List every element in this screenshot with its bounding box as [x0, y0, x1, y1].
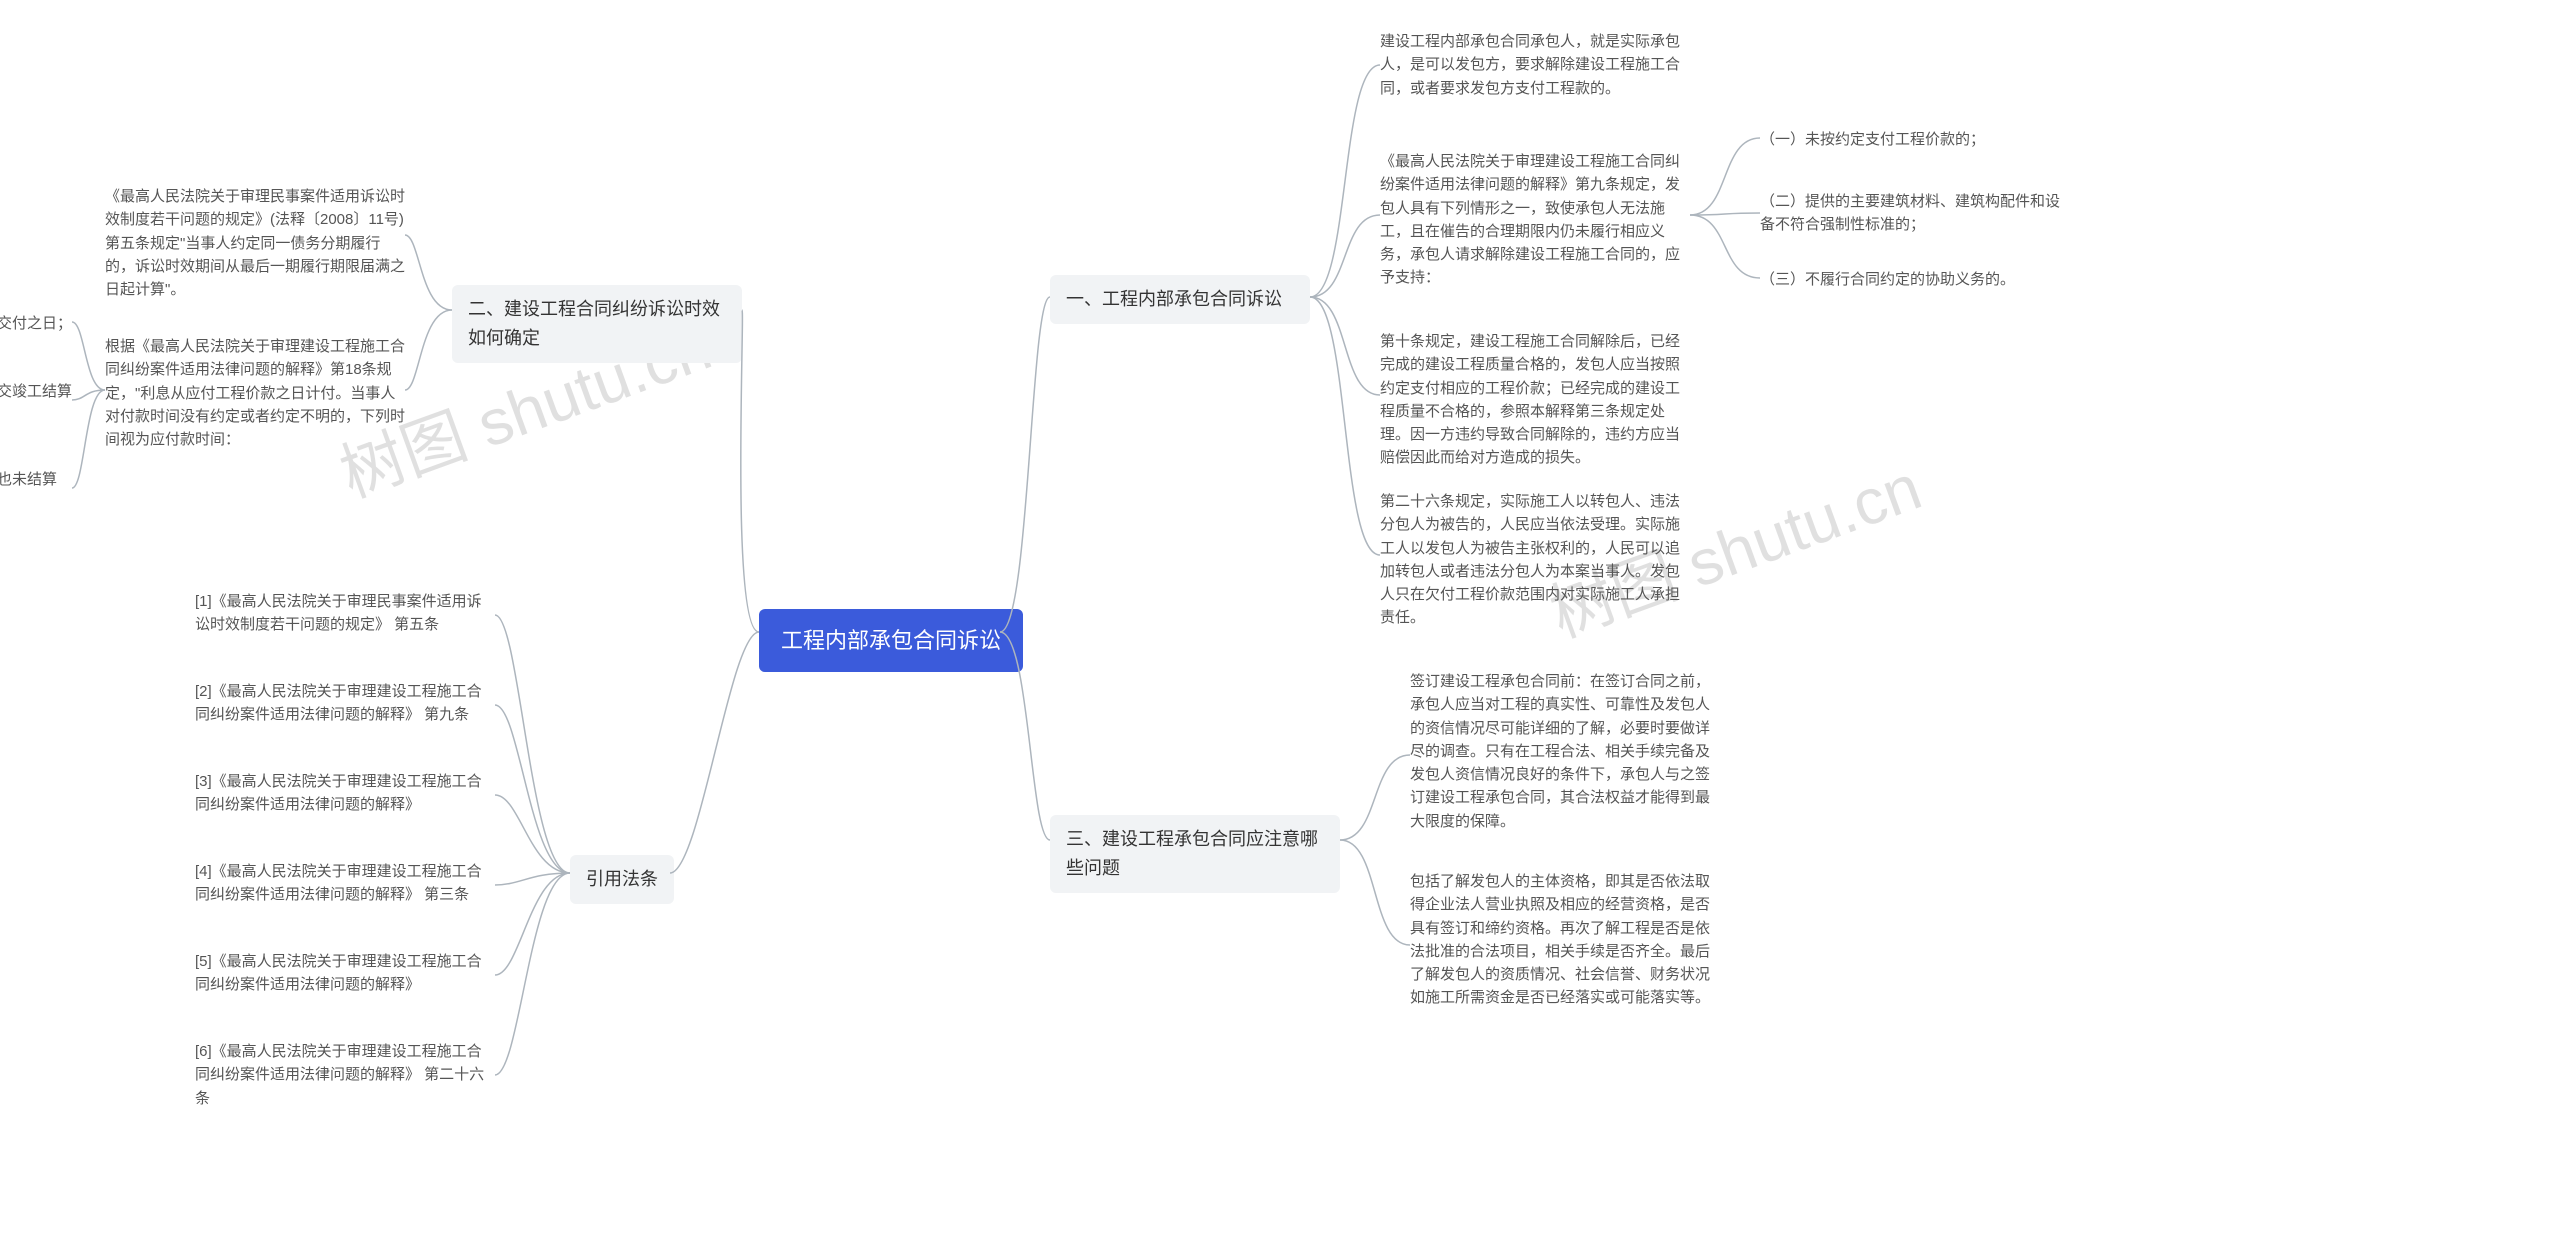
leaf-s1-sub-0: （一）未按约定支付工程价款的； [1760, 128, 2070, 151]
branch-references[interactable]: 引用法条 [570, 855, 674, 904]
leaf-ref-3: [4]《最高人民法院关于审理建设工程施工合同纠纷案件适用法律问题的解释》 第三条 [195, 860, 495, 907]
leaf-ref-1: [2]《最高人民法院关于审理建设工程施工合同纠纷案件适用法律问题的解释》 第九条 [195, 680, 495, 727]
root-node[interactable]: 工程内部承包合同诉讼 [759, 609, 1023, 672]
leaf-s1-sub-2: （三）不履行合同约定的协助义务的。 [1760, 268, 2070, 291]
branch-section-2[interactable]: 二、建设工程合同纠纷诉讼时效如何确定 [452, 285, 742, 363]
leaf-s2-sub-1: （二）建设工程没有交付的，为提交竣工结算文件之日； [0, 380, 72, 427]
leaf-s2-item-0: 《最高人民法院关于审理民事案件适用诉讼时效制度若干问题的规定》(法释〔2008〕… [105, 185, 405, 301]
leaf-s3-item-0: 签订建设工程承包合同前：在签订合同之前，承包人应当对工程的真实性、可靠性及发包人… [1410, 670, 1720, 833]
leaf-s2-item-1: 根据《最高人民法院关于审理建设工程施工合同纠纷案件适用法律问题的解释》第18条规… [105, 335, 405, 451]
leaf-s1-item-3: 第二十六条规定，实际施工人以转包人、违法分包人为被告的，人民应当依法受理。实际施… [1380, 490, 1690, 630]
leaf-s1-item-0: 建设工程内部承包合同承包人，就是实际承包人，是可以发包方，要求解除建设工程施工合… [1380, 30, 1690, 100]
leaf-s1-item-1: 《最高人民法院关于审理建设工程施工合同纠纷案件适用法律问题的解释》第九条规定，发… [1380, 150, 1690, 290]
leaf-s2-sub-2: （三）建设工程未交付，工程价款也未结算的，为当事人起诉之日。 [0, 468, 72, 515]
branch-section-3[interactable]: 三、建设工程承包合同应注意哪些问题 [1050, 815, 1340, 893]
leaf-s1-item-2: 第十条规定，建设工程施工合同解除后，已经完成的建设工程质量合格的，发包人应当按照… [1380, 330, 1690, 470]
leaf-ref-2: [3]《最高人民法院关于审理建设工程施工合同纠纷案件适用法律问题的解释》 [195, 770, 495, 817]
branch-section-1[interactable]: 一、工程内部承包合同诉讼 [1050, 275, 1310, 324]
leaf-ref-4: [5]《最高人民法院关于审理建设工程施工合同纠纷案件适用法律问题的解释》 [195, 950, 495, 997]
leaf-ref-5: [6]《最高人民法院关于审理建设工程施工合同纠纷案件适用法律问题的解释》 第二十… [195, 1040, 495, 1110]
leaf-s1-sub-1: （二）提供的主要建筑材料、建筑构配件和设备不符合强制性标准的； [1760, 190, 2070, 237]
leaf-ref-0: [1]《最高人民法院关于审理民事案件适用诉讼时效制度若干问题的规定》 第五条 [195, 590, 495, 637]
leaf-s3-item-1: 包括了解发包人的主体资格，即其是否依法取得企业法人营业执照及相应的经营资格，是否… [1410, 870, 1720, 1010]
leaf-s2-sub-0: （一）建设工程已实际交付的，为交付之日； [0, 312, 72, 335]
